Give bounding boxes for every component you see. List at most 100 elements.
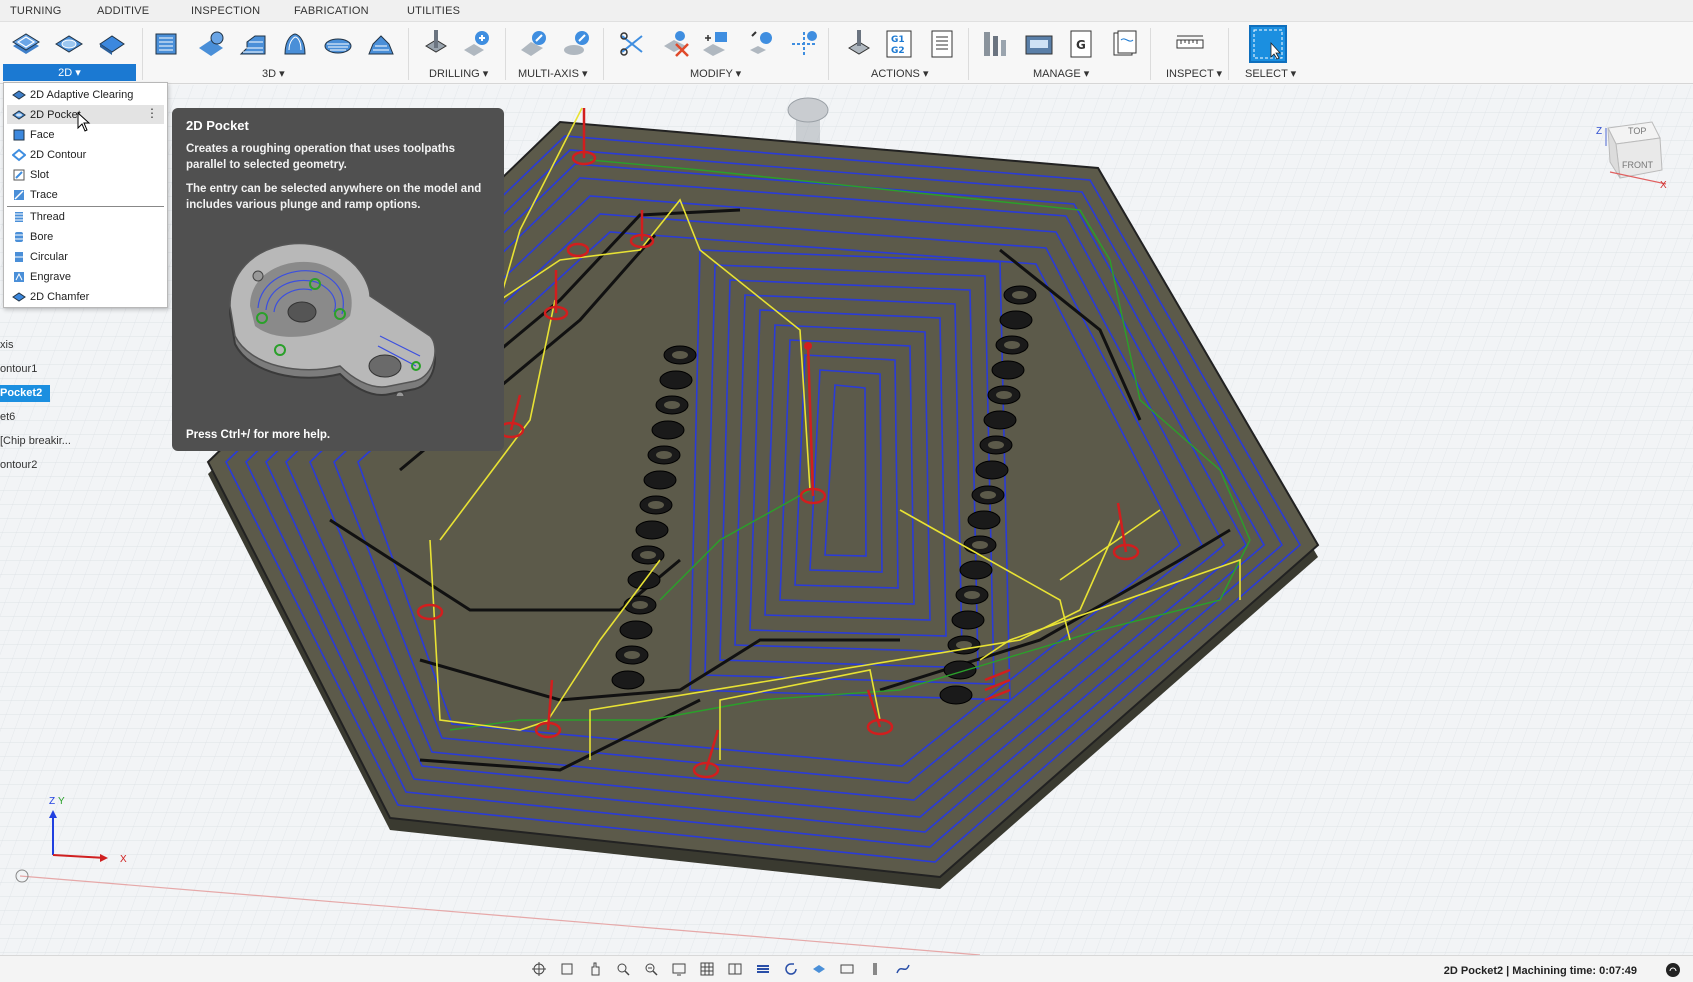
pocket-preview-image — [220, 226, 450, 401]
modify-menu-button[interactable]: MODIFY ▾ — [690, 67, 741, 80]
scallop-icon[interactable] — [363, 26, 399, 62]
hole-recognition-icon[interactable] — [458, 26, 494, 62]
viewcube-top-label[interactable]: TOP — [1628, 126, 1646, 136]
3d-menu-button[interactable]: 3D ▾ — [262, 67, 285, 80]
adaptive-clearing-tool-icon[interactable] — [8, 26, 44, 62]
contour-3d-icon[interactable] — [277, 26, 313, 62]
viewports-icon[interactable] — [724, 960, 746, 978]
post-process-g1g2-icon[interactable]: G1 G2 — [881, 26, 917, 62]
menu-item-trace[interactable]: Trace — [7, 185, 164, 204]
move-toolpath-icon[interactable] — [697, 26, 733, 62]
status-machining-time: 2D Pocket2 | Machining time: 0:07:49 — [1443, 965, 1637, 977]
tab-inspection[interactable]: INSPECTION — [191, 5, 260, 17]
menu-item-circular[interactable]: Circular — [7, 247, 164, 266]
layers-icon[interactable] — [752, 960, 774, 978]
svg-text:G1: G1 — [891, 35, 905, 45]
browser-item-chip-breaking[interactable]: [Chip breakir... — [0, 433, 71, 450]
browser-item-contour1[interactable]: ontour1 — [0, 361, 37, 378]
multi-axis-menu-button[interactable]: MULTI-AXIS ▾ — [518, 67, 588, 80]
viewcube-x-label: X — [1660, 180, 1667, 191]
face-tool-icon[interactable] — [94, 26, 130, 62]
pan-icon[interactable] — [584, 960, 606, 978]
simulate-icon[interactable] — [841, 26, 877, 62]
transform-icon[interactable] — [786, 26, 822, 62]
tooltip-footer: Press Ctrl+/ for more help. — [186, 429, 331, 441]
pocket-tool-icon[interactable] — [51, 26, 87, 62]
circular-icon — [15, 251, 23, 262]
multiaxis-contour-icon[interactable] — [558, 26, 594, 62]
notification-icon[interactable] — [1665, 962, 1681, 978]
drilling-menu-button[interactable]: DRILLING ▾ — [429, 67, 488, 80]
chamfer-icon — [12, 291, 26, 302]
steep-shallow-icon[interactable] — [235, 26, 271, 62]
look-at-icon[interactable] — [556, 960, 578, 978]
menu-item-2d-contour[interactable]: 2D Contour — [7, 145, 164, 164]
machine-library-icon[interactable] — [1021, 26, 1057, 62]
edit-toolpath-icon[interactable] — [742, 26, 778, 62]
tab-additive[interactable]: ADDITIVE — [97, 5, 149, 17]
mouse-cursor-icon — [77, 112, 91, 132]
stock-display-icon[interactable] — [808, 960, 830, 978]
status-bar: 2D Pocket2 | Machining time: 0:07:49 — [0, 955, 1693, 982]
zoom-icon[interactable] — [612, 960, 634, 978]
3d-pocket-icon[interactable] — [193, 26, 229, 62]
manage-menu-button[interactable]: MANAGE ▾ — [1033, 67, 1089, 80]
bore-icon — [15, 231, 23, 242]
template-library-icon[interactable] — [1107, 26, 1143, 62]
tab-utilities[interactable]: UTILITIES — [407, 5, 460, 17]
actions-menu-button[interactable]: ACTIONS ▾ — [871, 67, 928, 80]
drill-icon[interactable] — [418, 26, 454, 62]
svg-text:G: G — [1076, 38, 1086, 52]
tooltip-title: 2D Pocket — [186, 118, 249, 133]
grid-settings-icon[interactable] — [696, 960, 718, 978]
tab-turning[interactable]: TURNING — [10, 5, 62, 17]
menu-item-slot[interactable]: Slot — [7, 165, 164, 184]
menu-item-thread[interactable]: Thread — [7, 207, 164, 226]
inspect-menu-button[interactable]: INSPECT ▾ — [1166, 67, 1222, 80]
engrave-icon — [14, 271, 24, 282]
machine-display-icon[interactable] — [864, 960, 886, 978]
menu-item-2d-adaptive-clearing[interactable]: 2D Adaptive Clearing — [7, 85, 164, 104]
select-menu-button[interactable]: SELECT ▾ — [1245, 67, 1296, 80]
svg-text:X: X — [120, 854, 127, 865]
browser-item-set6[interactable]: et6 — [0, 409, 15, 426]
trace-icon — [14, 189, 24, 200]
display-settings-icon[interactable] — [668, 960, 690, 978]
3d-adaptive-icon[interactable] — [149, 26, 185, 62]
menu-item-2d-chamfer[interactable]: 2D Chamfer — [7, 287, 164, 306]
tool-library-icon[interactable] — [978, 26, 1014, 62]
browser-item-axis[interactable]: xis — [0, 337, 13, 354]
trim-icon[interactable] — [614, 26, 650, 62]
setup-sheet-icon[interactable] — [924, 26, 960, 62]
menu-item-bore[interactable]: Bore — [7, 227, 164, 246]
browser-item-contour2[interactable]: ontour2 — [0, 457, 37, 474]
tooltip-desc-2: The entry can be selected anywhere on th… — [186, 183, 482, 211]
measure-icon[interactable] — [1172, 26, 1208, 62]
tool-display-icon[interactable] — [836, 960, 858, 978]
menu-item-engrave[interactable]: Engrave — [7, 267, 164, 286]
delete-toolpath-icon[interactable] — [658, 26, 694, 62]
tab-fabrication[interactable]: FABRICATION — [294, 5, 369, 17]
toolbar: 2D ▾ 3D ▾ DRILLING ▾ MULTI-AXIS ▾ MODIFY… — [0, 22, 1693, 84]
select-tool-icon[interactable] — [1249, 25, 1287, 63]
refresh-icon[interactable] — [780, 960, 802, 978]
post-library-icon[interactable]: G — [1063, 26, 1099, 62]
tooltip-desc-1: Creates a roughing operation that uses t… — [186, 143, 456, 171]
slot-icon — [13, 169, 25, 180]
fit-icon[interactable] — [640, 960, 662, 978]
contour-icon — [12, 148, 26, 161]
view-cube[interactable]: TOP FRONT Z X — [1596, 118, 1668, 192]
more-options-icon[interactable]: ⋮ — [146, 107, 158, 119]
thread-icon — [15, 211, 23, 222]
2d-menu-button[interactable]: 2D ▾ — [3, 64, 136, 81]
swarf-icon[interactable] — [515, 26, 551, 62]
svg-text:Z: Z — [49, 796, 55, 807]
orbit-icon[interactable] — [528, 960, 550, 978]
parallel-icon[interactable] — [320, 26, 356, 62]
adaptive-icon — [12, 89, 26, 100]
browser-item-pocket2[interactable]: Pocket2 — [0, 385, 51, 402]
toolpath-display-icon[interactable] — [892, 960, 914, 978]
svg-text:G2: G2 — [891, 46, 905, 56]
pocket-icon — [12, 109, 26, 120]
viewcube-front-label[interactable]: FRONT — [1622, 160, 1653, 170]
